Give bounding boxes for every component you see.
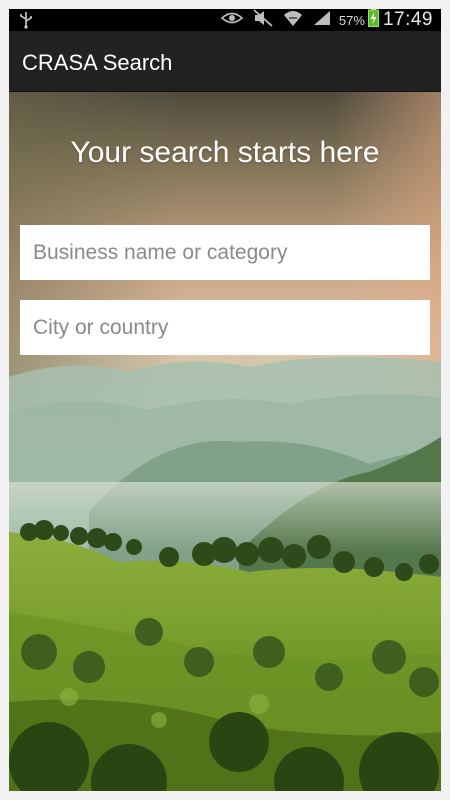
- status-bar: 57% 17:49: [9, 9, 441, 31]
- action-bar: CRASA Search: [9, 31, 441, 92]
- location-search-input[interactable]: [20, 300, 430, 355]
- mute-icon: [253, 9, 273, 32]
- headline: Your search starts here: [70, 136, 380, 169]
- clock: 17:49: [382, 9, 433, 30]
- battery-charging-icon: [367, 9, 379, 32]
- app-title: CRASA Search: [22, 50, 173, 75]
- landscape-background-image: [9, 92, 441, 791]
- battery-percent: 57%: [338, 12, 365, 28]
- phone-screen: 57% 17:49 CRASA Search Your search start…: [9, 9, 441, 791]
- eye-icon: [220, 11, 244, 30]
- business-search-input[interactable]: [20, 225, 430, 280]
- wifi-icon: [283, 9, 303, 32]
- search-screen: Your search starts here: [9, 92, 441, 791]
- signal-icon: [313, 10, 331, 31]
